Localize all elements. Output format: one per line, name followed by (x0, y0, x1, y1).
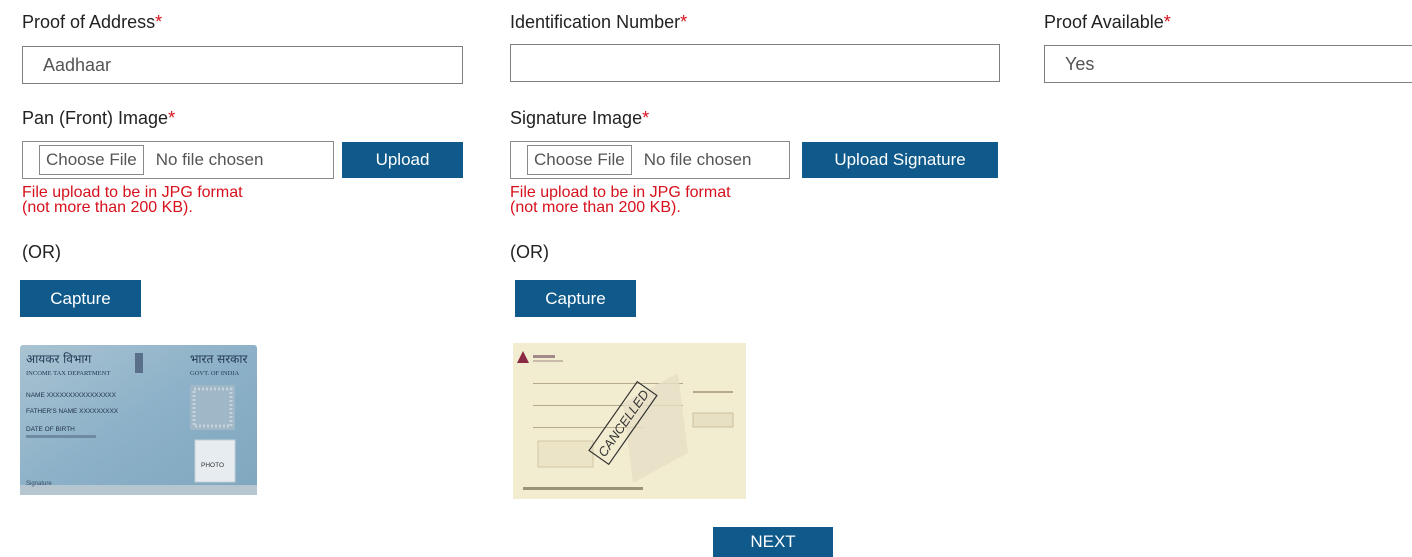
pan-error-line-2: (not more than 200 KB). (22, 199, 193, 216)
required-asterisk: * (680, 12, 688, 32)
pan-upload-button[interactable]: Upload (342, 142, 463, 178)
pan-choose-file-button[interactable]: Choose File (39, 145, 144, 175)
emblem-icon (135, 353, 143, 373)
pan-image-label: Pan (Front) Image* (22, 108, 175, 129)
signature-capture-button[interactable]: Capture (515, 280, 636, 317)
required-asterisk: * (1163, 12, 1171, 32)
proof-of-address-label-text: Proof of Address (22, 12, 156, 32)
pan-capture-label: Capture (50, 288, 111, 308)
proof-available-label: Proof Available* (1044, 12, 1171, 33)
next-button[interactable]: NEXT (713, 527, 833, 557)
signature-image-label: Signature Image* (510, 108, 649, 129)
signature-file-error: File upload to be in JPG format (not mor… (510, 184, 731, 216)
identification-number-input[interactable] (510, 44, 1000, 82)
signature-file-status: No file chosen (643, 150, 752, 169)
pan-upload-label: Upload (375, 150, 430, 169)
pan-capture-button[interactable]: Capture (20, 280, 141, 317)
pan-error-line-1: File upload to be in JPG format (22, 184, 243, 201)
required-asterisk: * (155, 12, 163, 32)
pan-card-photo-label: PHOTO (201, 462, 224, 469)
pan-or-text: (OR) (22, 242, 61, 262)
qr-code-icon (190, 385, 235, 430)
next-label: NEXT (750, 532, 796, 551)
signature-image-label-text: Signature Image (510, 108, 643, 128)
pan-card-father-line: FATHER'S NAME XXXXXXXXX (26, 408, 119, 415)
proof-available-label-text: Proof Available (1044, 12, 1164, 32)
pan-file-status: No file chosen (155, 150, 264, 169)
proof-of-address-label: Proof of Address* (22, 12, 162, 33)
pan-card-sign-label: Signature (26, 481, 52, 487)
pan-card-govt-en: GOVT. OF INDIA (190, 370, 239, 377)
proof-available-select[interactable]: Yes (1044, 45, 1412, 83)
proof-of-address-select[interactable]: Aadhaar (22, 46, 463, 84)
upload-signature-button[interactable]: Upload Signature (802, 142, 998, 178)
pan-card-dept-hindi: आयकर विभाग (26, 352, 91, 366)
identification-number-label-text: Identification Number (510, 12, 681, 32)
signature-capture-label: Capture (545, 288, 606, 308)
upload-signature-label: Upload Signature (834, 150, 966, 169)
required-asterisk: * (168, 108, 176, 128)
pan-card-name-line: NAME XXXXXXXXXXXXXXXX (26, 392, 117, 399)
signature-error-line-1: File upload to be in JPG format (510, 184, 731, 201)
signature-error-line-2: (not more than 200 KB). (510, 199, 681, 216)
pan-card-govt-hindi: भारत सरकार (190, 352, 248, 366)
pan-card-preview-image: आयकर विभाग भारत सरकार INCOME TAX DEPARTM… (20, 345, 257, 495)
signature-or-text: (OR) (510, 242, 549, 262)
required-asterisk: * (642, 108, 650, 128)
proof-of-address-value: Aadhaar (43, 55, 112, 75)
cancelled-cheque-preview-image: CANCELLED (513, 343, 746, 499)
cheque-graphic: CANCELLED (513, 343, 746, 499)
pan-file-input[interactable]: Choose File No file chosen (22, 141, 334, 179)
signature-choose-file-button[interactable]: Choose File (527, 145, 632, 175)
pan-file-error: File upload to be in JPG format (not mor… (22, 184, 243, 216)
pan-card-dob-line: DATE OF BIRTH (26, 426, 75, 433)
proof-available-value: Yes (1065, 54, 1095, 74)
identification-number-label: Identification Number* (510, 12, 687, 33)
pan-image-label-text: Pan (Front) Image (22, 108, 169, 128)
pan-card-graphic: आयकर विभाग भारत सरकार INCOME TAX DEPARTM… (20, 345, 257, 495)
pan-card-dept-en: INCOME TAX DEPARTMENT (26, 370, 110, 377)
signature-file-input[interactable]: Choose File No file chosen (510, 141, 790, 179)
